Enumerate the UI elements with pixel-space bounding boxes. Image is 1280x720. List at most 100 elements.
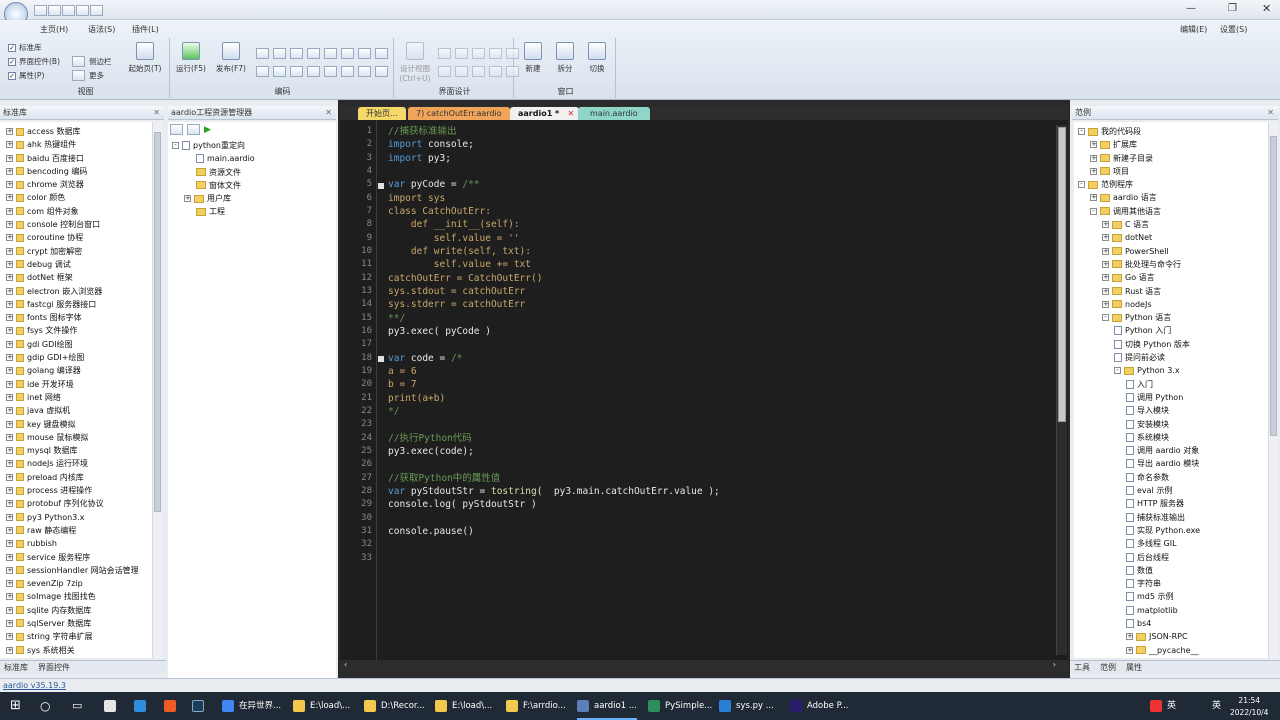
- code-line[interactable]: def write(self, txt):: [388, 245, 720, 258]
- stdlib-item[interactable]: + com 组件对象: [0, 205, 162, 218]
- taskbar-app[interactable]: 在异世界...: [222, 692, 281, 720]
- tab-properties[interactable]: 属性: [1126, 663, 1142, 672]
- quick-access-toolbar[interactable]: [34, 5, 124, 16]
- code-area[interactable]: //捕获标准输出 import console; import py3; var p…: [388, 125, 720, 565]
- project-item[interactable]: 资源文件: [168, 166, 336, 179]
- example-item[interactable]: + C 语言: [1074, 218, 1278, 231]
- code-line[interactable]: **/: [388, 312, 720, 325]
- code-line[interactable]: var pyStdoutStr = tostring( py3.main.cat…: [388, 485, 720, 498]
- code-line[interactable]: py3.exec(code);: [388, 445, 720, 458]
- stdlib-item[interactable]: + color 颜色: [0, 191, 162, 204]
- save-icon[interactable]: [76, 5, 89, 16]
- code-line[interactable]: [388, 458, 720, 471]
- code-line[interactable]: //获取Python中的属性值: [388, 472, 720, 485]
- editor-scrollbar[interactable]: [1056, 125, 1067, 655]
- example-item[interactable]: + aardio 语言: [1074, 191, 1278, 204]
- stdlib-item[interactable]: + soImage 找图找色: [0, 590, 162, 603]
- clock[interactable]: 21:54 2022/10/4: [1230, 692, 1268, 720]
- stdlib-item[interactable]: + fonts 图标字体: [0, 311, 162, 324]
- stdlib-item[interactable]: + coroutine 协程: [0, 231, 162, 244]
- stdlib-item[interactable]: + mouse 鼠标模拟: [0, 431, 162, 444]
- stdlib-item[interactable]: + bencoding 编码: [0, 165, 162, 178]
- code-line[interactable]: //执行Python代码: [388, 432, 720, 445]
- example-item[interactable]: - 我的代码段: [1074, 125, 1278, 138]
- taskbar-app[interactable]: D:\Recor...: [364, 692, 425, 720]
- view-controls-check[interactable]: ✓ 界面控件(B): [8, 56, 60, 67]
- code-tools-row1[interactable]: [256, 48, 389, 59]
- code-line[interactable]: sys.stderr = catchOutErr: [388, 298, 720, 311]
- maximize-button[interactable]: ❐: [1228, 3, 1237, 14]
- taskbar-app[interactable]: E:\load\...: [435, 692, 492, 720]
- example-item[interactable]: 捕获标准输出: [1074, 511, 1278, 524]
- project-toolbar[interactable]: ▶: [170, 124, 211, 135]
- code-line[interactable]: [388, 552, 720, 565]
- tab-examples[interactable]: 范例: [1100, 663, 1116, 672]
- taskbar-app[interactable]: aardio1 ...: [577, 692, 637, 720]
- sidebar-toggle[interactable]: 侧边栏: [72, 56, 112, 67]
- code-line[interactable]: console.pause(): [388, 525, 720, 538]
- examples-tree[interactable]: - 我的代码段 + 扩展库 + 新建子目录 + 项目 - 范例程序 + aardio 语言 - 调用其他语…: [1074, 125, 1278, 657]
- stdlib-item[interactable]: + debug 调试: [0, 258, 162, 271]
- project-item[interactable]: 工程: [168, 205, 336, 218]
- code-line[interactable]: self.value += txt: [388, 258, 720, 271]
- example-item[interactable]: - Python 3.x: [1074, 364, 1278, 377]
- stdlib-item[interactable]: + sessionHandler 网站会话管理: [0, 564, 162, 577]
- stdlib-item[interactable]: + sevenZip 7zip: [0, 577, 162, 590]
- code-line[interactable]: def __init__(self):: [388, 218, 720, 231]
- more-button[interactable]: 更多: [72, 70, 104, 81]
- example-item[interactable]: 导入模块: [1074, 404, 1278, 417]
- code-line[interactable]: [388, 165, 720, 178]
- code-line[interactable]: self.value = '': [388, 232, 720, 245]
- example-item[interactable]: 命名参数: [1074, 471, 1278, 484]
- code-line[interactable]: import console;: [388, 138, 720, 151]
- code-editor[interactable]: 1 2 3 4 5 6 7 8 9 10 11 12 13 14 15 16 17 18 19 20 21 22 23 24 2…: [340, 120, 1068, 672]
- brave-icon[interactable]: [164, 692, 181, 720]
- open-icon[interactable]: [62, 5, 75, 16]
- taskbar-app[interactable]: E:\load\...: [293, 692, 350, 720]
- example-item[interactable]: 实现 Python.exe: [1074, 524, 1278, 537]
- example-item[interactable]: + Go 语言: [1074, 271, 1278, 284]
- tab-main[interactable]: main.aardio: [578, 107, 650, 121]
- code-line[interactable]: catchOutErr = CatchOutErr(): [388, 272, 720, 285]
- run-button[interactable]: 运行(F5): [174, 40, 208, 74]
- taskbar-app[interactable]: Adobe P...: [790, 692, 849, 720]
- project-root[interactable]: - python重定向: [168, 139, 336, 152]
- example-item[interactable]: 安装模块: [1074, 418, 1278, 431]
- example-item[interactable]: 数值: [1074, 564, 1278, 577]
- example-item[interactable]: eval 示例: [1074, 484, 1278, 497]
- close-button[interactable]: ✕: [1262, 2, 1271, 15]
- new-window-button[interactable]: 新建: [516, 40, 550, 74]
- code-line[interactable]: a = 6: [388, 365, 720, 378]
- stdlib-item[interactable]: + fsys 文件操作: [0, 324, 162, 337]
- code-line[interactable]: [388, 418, 720, 431]
- code-line[interactable]: [388, 512, 720, 525]
- ui-tools-row1[interactable]: [438, 48, 520, 59]
- pinned-app-icon[interactable]: [134, 692, 151, 720]
- stdlib-item[interactable]: + nodeJs 运行环境: [0, 457, 162, 470]
- stdlib-item[interactable]: + preload 内核库: [0, 471, 162, 484]
- example-item[interactable]: + dotNet: [1074, 231, 1278, 244]
- stdlib-item[interactable]: + gdip GDI+绘图: [0, 351, 162, 364]
- new-icon[interactable]: [34, 5, 47, 16]
- example-item[interactable]: - Python 语言: [1074, 311, 1278, 324]
- fold-marker-icon[interactable]: [378, 356, 384, 362]
- stdlib-item[interactable]: + electron 嵌入浏览器: [0, 285, 162, 298]
- stdlib-item[interactable]: + py3 Python3.x: [0, 511, 162, 524]
- stdlib-item[interactable]: + process 进程操作: [0, 484, 162, 497]
- example-item[interactable]: + PowerShell: [1074, 245, 1278, 258]
- example-item[interactable]: + __pycache__: [1074, 644, 1278, 657]
- example-item[interactable]: - 调用其他语言: [1074, 205, 1278, 218]
- example-item[interactable]: 系统模块: [1074, 431, 1278, 444]
- code-line[interactable]: [388, 538, 720, 551]
- stdlib-item[interactable]: + key 键盘模拟: [0, 418, 162, 431]
- version-link[interactable]: aardio v35.19.3: [3, 681, 66, 690]
- search-icon[interactable]: ○: [40, 692, 50, 720]
- example-item[interactable]: + Rust 语言: [1074, 285, 1278, 298]
- taskbar-app[interactable]: sys.py ...: [719, 692, 774, 720]
- code-line[interactable]: console.log( pyStdoutStr ): [388, 498, 720, 511]
- stdlib-scrollbar[interactable]: [152, 122, 162, 658]
- project-tree[interactable]: - python重定向 main.aardio 资源文件 窗体文件 + 用户库 工程: [168, 139, 336, 219]
- save-all-icon[interactable]: [90, 5, 103, 16]
- example-item[interactable]: md5 示例: [1074, 590, 1278, 603]
- ime-mode[interactable]: 英: [1212, 692, 1221, 720]
